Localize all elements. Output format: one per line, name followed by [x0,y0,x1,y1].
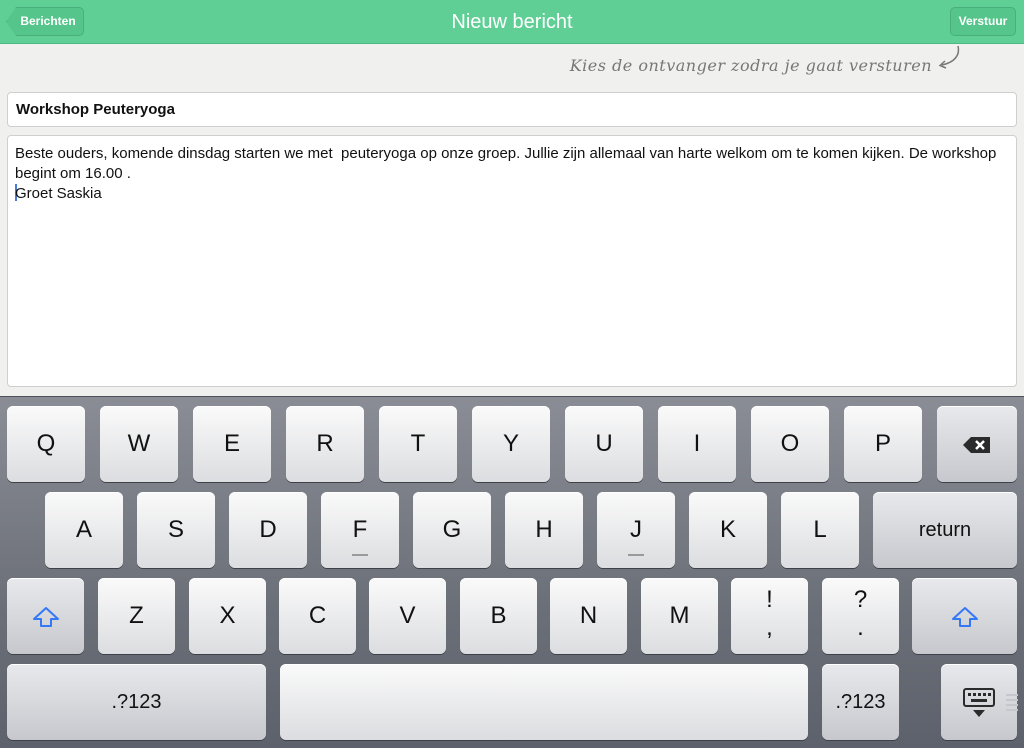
shift-icon [951,606,978,627]
key-n[interactable]: N [550,578,627,654]
key-w[interactable]: W [100,406,178,482]
key-exclamation-comma[interactable]: ! , [731,578,808,654]
key-comma-label: , [766,614,773,641]
key-j-label: J [630,516,642,543]
key-f[interactable]: F [321,492,399,568]
key-c[interactable]: C [279,578,356,654]
key-b[interactable]: B [460,578,537,654]
message-body-field[interactable]: Beste ouders, komende dinsdag starten we… [7,135,1017,387]
shift-icon [32,606,59,627]
message-body-text: Beste ouders, komende dinsdag starten we… [15,145,1001,182]
back-button[interactable]: Berichten [6,7,84,36]
key-l[interactable]: L [781,492,859,568]
send-button[interactable]: Verstuur [950,7,1016,36]
nav-bar: Nieuw bericht Berichten Verstuur [0,0,1024,44]
key-z[interactable]: Z [98,578,175,654]
key-y[interactable]: Y [472,406,550,482]
key-u[interactable]: U [565,406,643,482]
key-p[interactable]: P [844,406,922,482]
return-key[interactable]: return [873,492,1017,568]
numbers-key-left[interactable]: .?123 [7,664,266,740]
key-a[interactable]: A [45,492,123,568]
numbers-key-right[interactable]: .?123 [822,664,899,740]
key-e[interactable]: E [193,406,271,482]
signature-text: Groet Saskia [15,185,102,202]
key-question-period[interactable]: ? . [822,578,899,654]
shift-right-key[interactable] [912,578,1017,654]
home-row-bump [628,554,644,556]
key-s[interactable]: S [137,492,215,568]
key-x[interactable]: X [189,578,266,654]
key-q[interactable]: Q [7,406,85,482]
keyboard-grip-icon[interactable] [1006,692,1018,712]
keyboard-hide-icon [963,687,995,717]
key-exclamation-label: ! [766,586,773,613]
key-question-label: ? [853,586,868,613]
home-row-bump [352,554,368,556]
key-m[interactable]: M [641,578,718,654]
key-k[interactable]: K [689,492,767,568]
key-f-label: F [352,516,368,543]
key-j[interactable]: J [597,492,675,568]
message-signature: Groet Saskia [15,184,1009,204]
space-key[interactable] [280,664,808,740]
subject-field[interactable]: Workshop Peuteryoga [7,92,1017,127]
backspace-key[interactable] [937,406,1017,482]
key-period-label: . [857,614,864,641]
key-h[interactable]: H [505,492,583,568]
backspace-icon [963,436,990,453]
shift-left-key[interactable] [7,578,84,654]
page-title: Nieuw bericht [451,11,573,33]
key-i[interactable]: I [658,406,736,482]
key-v[interactable]: V [369,578,446,654]
hint-arrow-icon [938,45,960,69]
key-g[interactable]: G [413,492,491,568]
key-r[interactable]: R [286,406,364,482]
recipient-hint: Kies de ontvanger zodra je gaat versture… [569,56,932,75]
key-d[interactable]: D [229,492,307,568]
key-o[interactable]: O [751,406,829,482]
key-t[interactable]: T [379,406,457,482]
